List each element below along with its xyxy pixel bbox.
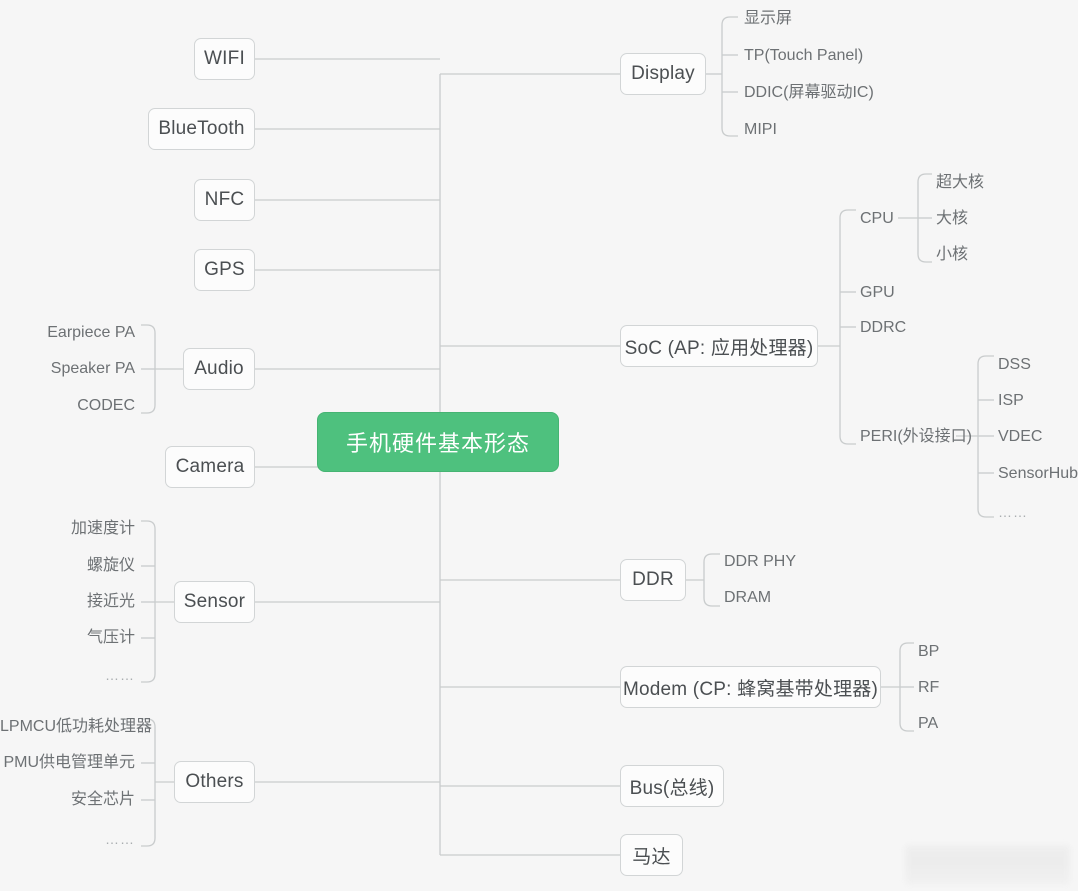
node-modem[interactable]: Modem (CP: 蜂窝基带处理器) <box>620 666 881 708</box>
leaf-rf: RF <box>918 679 940 696</box>
node-nfc[interactable]: NFC <box>194 179 255 221</box>
watermark <box>905 845 1070 885</box>
leaf-super-big-core: 超大核 <box>936 174 985 191</box>
leaf-sensorhub: SensorHub <box>998 465 1078 482</box>
leaf-cpu: CPU <box>860 210 894 227</box>
leaf-pa: PA <box>918 715 939 732</box>
leaf-little-core: 小核 <box>936 246 969 263</box>
node-sensor[interactable]: Sensor <box>174 581 255 623</box>
leaf-dram: DRAM <box>724 589 772 606</box>
leaf-dss: DSS <box>998 356 1031 373</box>
node-bluetooth[interactable]: BlueTooth <box>148 108 255 150</box>
leaf-peri: PERI(外设接口) <box>860 428 973 445</box>
node-camera[interactable]: Camera <box>165 446 255 488</box>
leaf-isp: ISP <box>998 392 1024 409</box>
node-ddr[interactable]: DDR <box>620 559 686 601</box>
leaf-proximity-light: 接近光 <box>86 593 135 610</box>
leaf-big-core: 大核 <box>936 210 969 227</box>
leaf-codec: CODEC <box>77 397 135 414</box>
leaf-mipi: MIPI <box>744 121 777 138</box>
leaf-vdec: VDEC <box>998 428 1043 445</box>
root-node[interactable]: 手机硬件基本形态 <box>317 412 559 472</box>
mindmap-canvas: 手机硬件基本形态 WIFI BlueTooth NFC GPS Audio Ca… <box>0 0 1078 891</box>
node-gps[interactable]: GPS <box>194 249 255 291</box>
node-soc[interactable]: SoC (AP: 应用处理器) <box>620 325 818 367</box>
leaf-sensor-more: …… <box>105 667 135 683</box>
leaf-gyroscope: 螺旋仪 <box>86 557 135 574</box>
leaf-ddr-phy: DDR PHY <box>724 553 797 570</box>
leaf-earpiece-pa: Earpiece PA <box>47 324 135 341</box>
leaf-peri-more: …… <box>998 504 1028 520</box>
leaf-barometer: 气压计 <box>86 629 135 646</box>
leaf-screen: 显示屏 <box>744 10 793 27</box>
leaf-security-chip: 安全芯片 <box>70 791 135 808</box>
node-motor[interactable]: 马达 <box>620 834 683 876</box>
leaf-lpmcu: LPMCU低功耗处理器 <box>0 718 153 735</box>
node-audio[interactable]: Audio <box>183 348 255 390</box>
leaf-accelerometer: 加速度计 <box>70 520 135 537</box>
leaf-gpu: GPU <box>860 284 895 301</box>
leaf-ddrc: DDRC <box>860 319 907 336</box>
leaf-bp: BP <box>918 643 940 660</box>
leaf-pmu: PMU供电管理单元 <box>3 754 135 771</box>
leaf-touch-panel: TP(Touch Panel) <box>744 47 864 64</box>
leaf-speaker-pa: Speaker PA <box>50 360 135 377</box>
node-bus[interactable]: Bus(总线) <box>620 765 724 807</box>
node-wifi[interactable]: WIFI <box>194 38 255 80</box>
leaf-ddic: DDIC(屏幕驱动IC) <box>744 84 874 101</box>
node-others[interactable]: Others <box>174 761 255 803</box>
leaf-others-more: …… <box>105 831 135 847</box>
node-display[interactable]: Display <box>620 53 706 95</box>
